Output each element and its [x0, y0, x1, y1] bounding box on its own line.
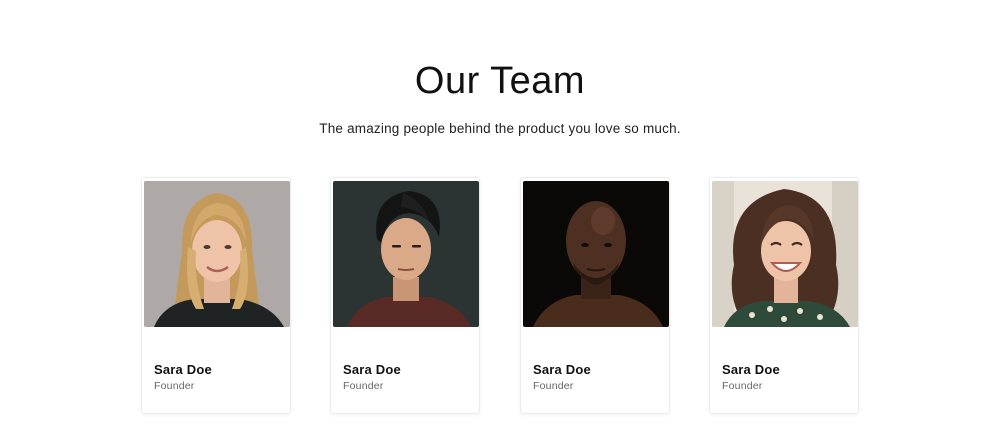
member-photo	[523, 181, 669, 327]
team-card: Sara Doe Founder	[330, 177, 480, 414]
portrait-image	[144, 181, 290, 327]
member-name: Sara Doe	[343, 362, 401, 377]
portrait-image	[712, 181, 858, 327]
member-photo	[712, 181, 858, 327]
team-card: Sara Doe Founder	[709, 177, 859, 414]
member-role: Founder	[722, 380, 763, 392]
member-role: Founder	[533, 380, 574, 392]
section-title: Our Team	[414, 60, 586, 102]
portrait-image	[333, 181, 479, 327]
portrait-image	[523, 181, 669, 327]
team-section: Our Team The amazing people behind the p…	[0, 0, 1000, 438]
member-name: Sara Doe	[533, 362, 591, 377]
member-role: Founder	[343, 380, 384, 392]
member-photo	[144, 181, 290, 327]
team-card: Sara Doe Founder	[520, 177, 670, 414]
member-name: Sara Doe	[154, 362, 212, 377]
member-role: Founder	[154, 380, 195, 392]
team-card: Sara Doe Founder	[141, 177, 291, 414]
section-subtitle: The amazing people behind the product yo…	[319, 121, 681, 136]
member-photo	[333, 181, 479, 327]
member-name: Sara Doe	[722, 362, 780, 377]
